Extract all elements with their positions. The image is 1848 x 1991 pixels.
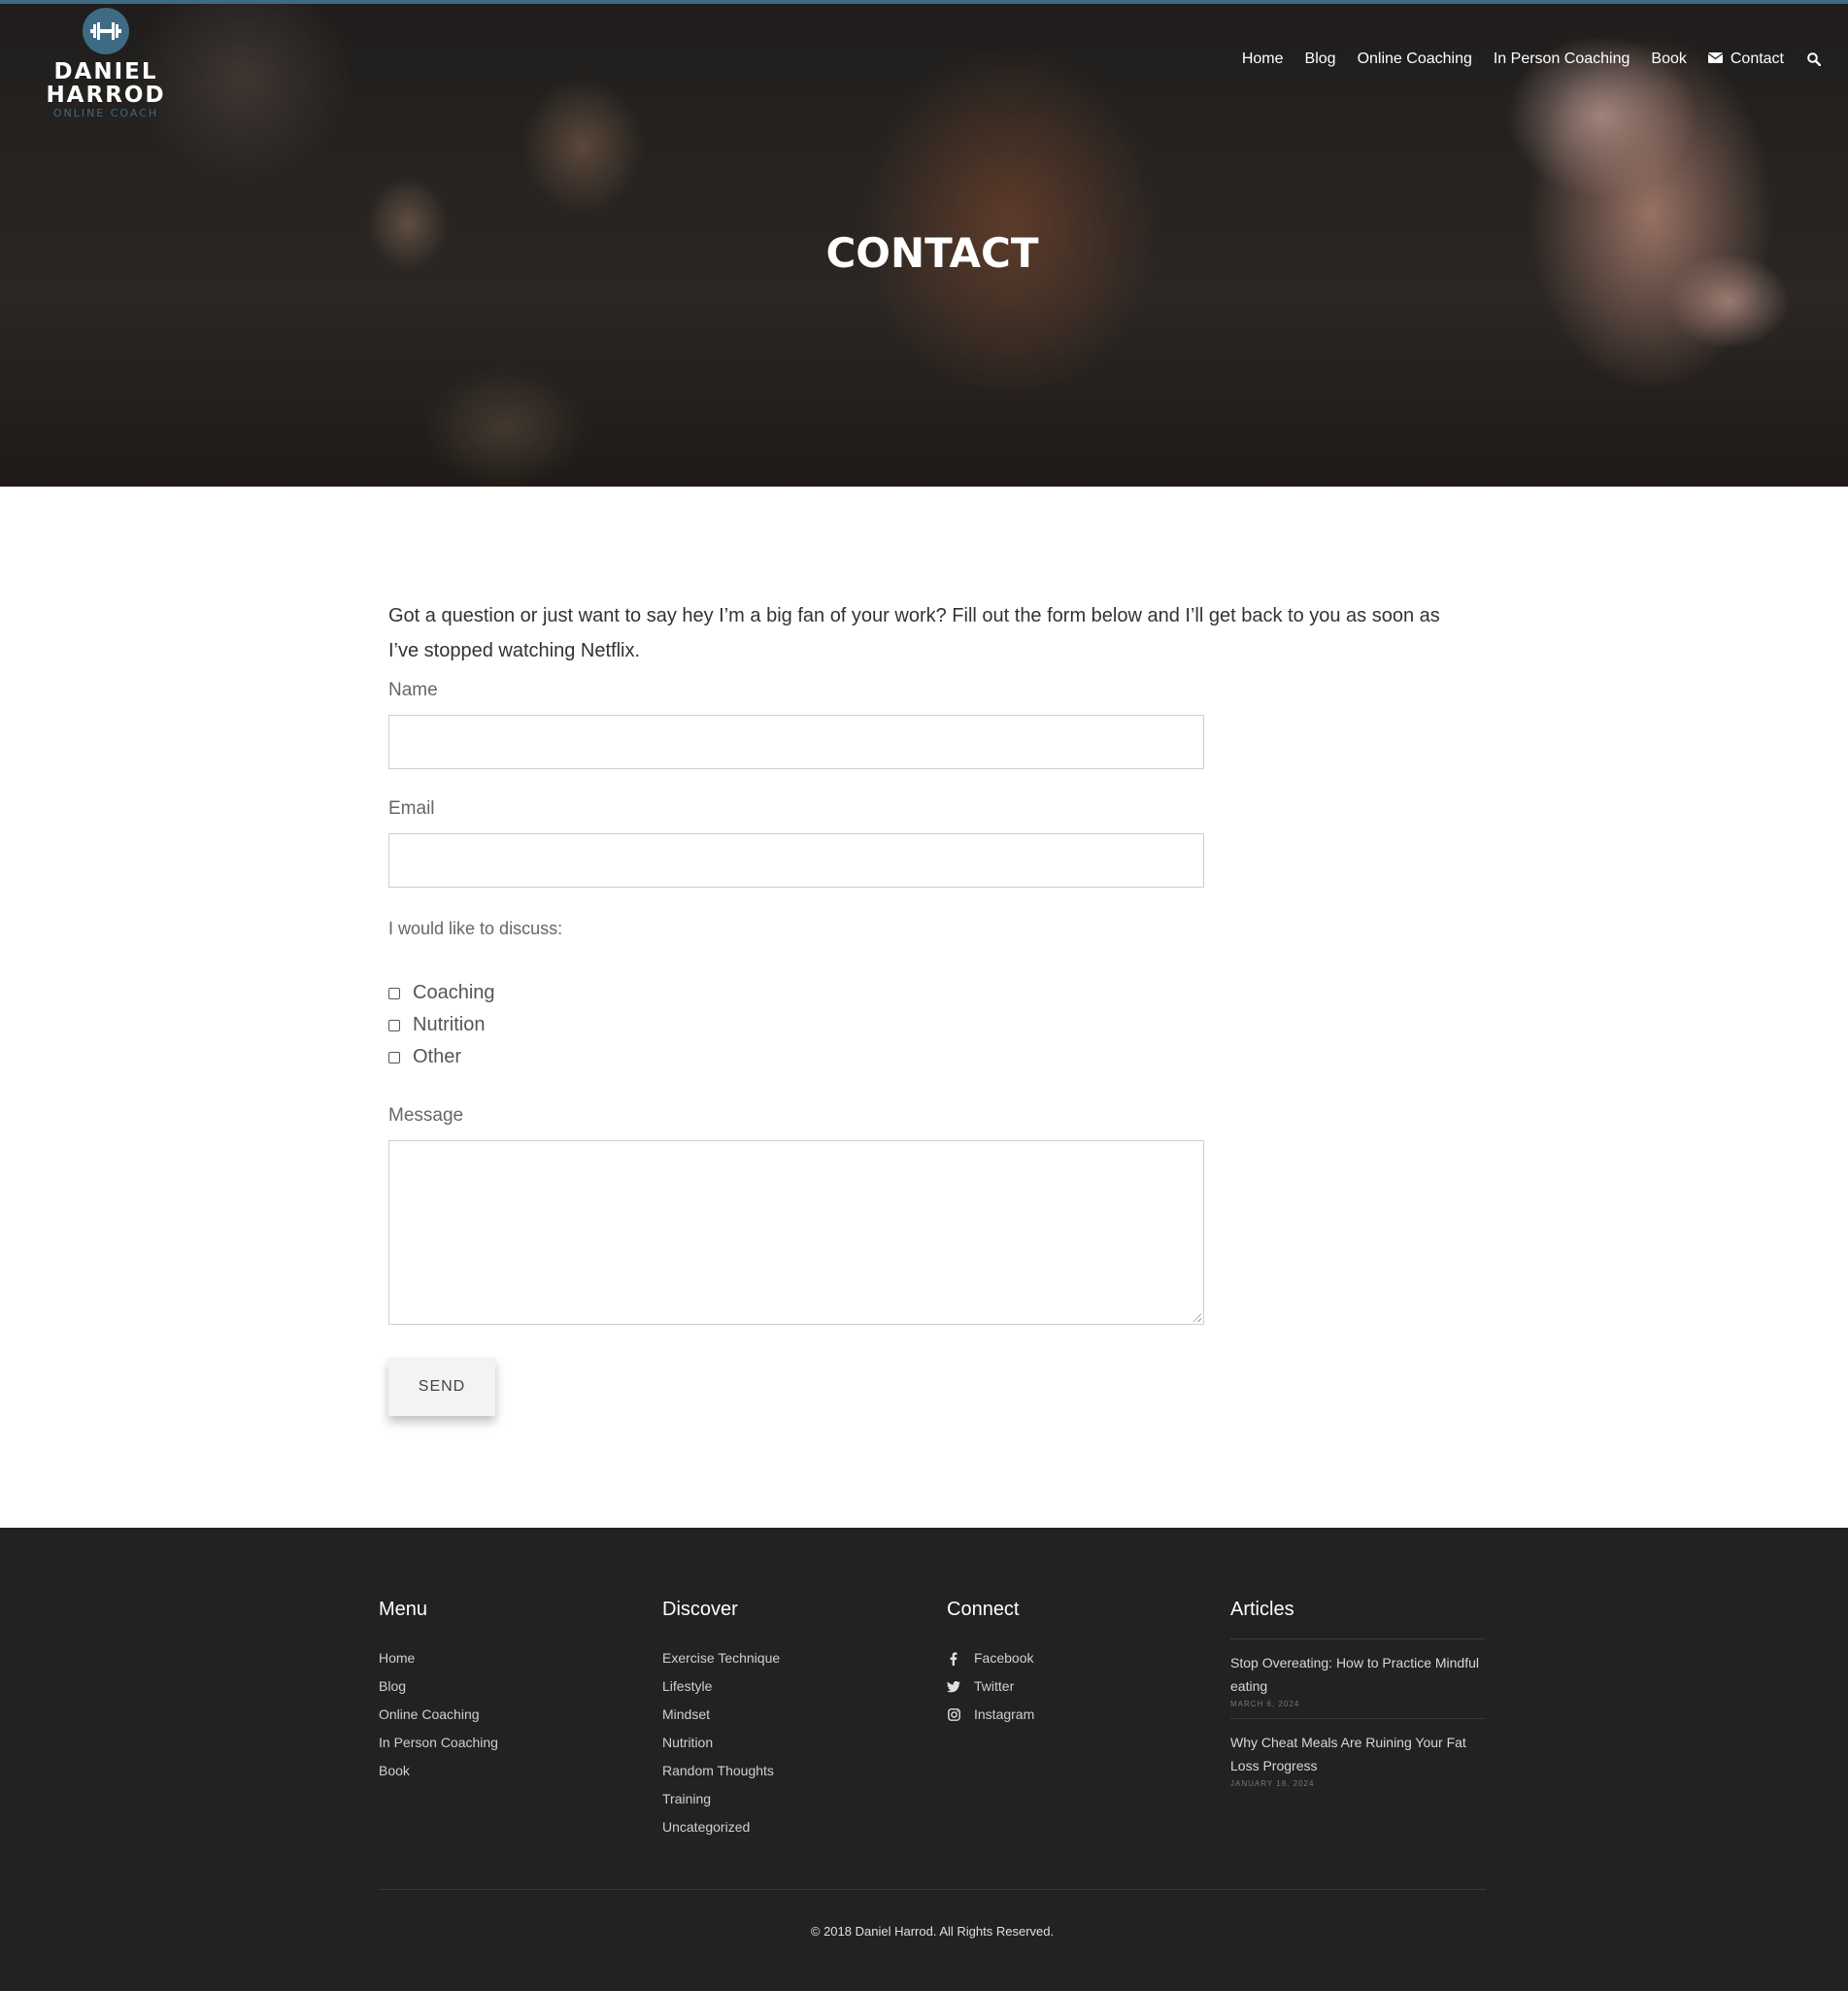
- footer-connect-heading: Connect: [947, 1599, 1020, 1620]
- topic-checkbox-group: Coaching Nutrition Other: [388, 977, 1457, 1073]
- main-nav: Home Blog Online Coaching In Person Coac…: [1221, 51, 1821, 68]
- footer-menu-heading: Menu: [379, 1599, 428, 1620]
- footer-menu-column: Menu Home Blog Online Coaching In Person…: [379, 1599, 498, 1785]
- article-title[interactable]: Stop Overeating: How to Practice Mindful…: [1230, 1651, 1485, 1698]
- footer-articles-column: Articles Stop Overeating: How to Practic…: [1230, 1599, 1485, 1798]
- social-label: Facebook: [974, 1650, 1034, 1666]
- footer-connect-column: Connect Facebook Twitter Instagram: [947, 1599, 1034, 1729]
- envelope-icon: [1707, 51, 1724, 68]
- social-link-facebook[interactable]: Facebook: [947, 1644, 1034, 1672]
- social-link-instagram[interactable]: Instagram: [947, 1701, 1034, 1729]
- twitter-icon: [947, 1680, 960, 1693]
- category-link[interactable]: Nutrition: [662, 1729, 780, 1757]
- facebook-icon: [947, 1651, 960, 1666]
- footer-link-blog[interactable]: Blog: [379, 1672, 498, 1701]
- message-label: Message: [388, 1105, 464, 1126]
- footer-link-online-coaching[interactable]: Online Coaching: [379, 1701, 498, 1729]
- checkbox-box[interactable]: [388, 1019, 400, 1031]
- footer-link-home[interactable]: Home: [379, 1644, 498, 1672]
- checkbox-coaching[interactable]: Coaching: [388, 977, 1457, 1009]
- search-icon[interactable]: [1807, 52, 1821, 66]
- category-link[interactable]: Lifestyle: [662, 1672, 780, 1701]
- social-label: Instagram: [974, 1706, 1035, 1722]
- checkbox-label: Other: [413, 1046, 462, 1067]
- page-title: CONTACT: [825, 229, 1039, 277]
- social-label: Twitter: [974, 1678, 1015, 1694]
- nav-book[interactable]: Book: [1651, 51, 1686, 68]
- article-item[interactable]: Why Cheat Meals Are Ruining Your Fat Los…: [1230, 1719, 1485, 1798]
- category-link[interactable]: Training: [662, 1785, 780, 1813]
- nav-in-person-coaching[interactable]: In Person Coaching: [1494, 51, 1630, 68]
- checkbox-nutrition[interactable]: Nutrition: [388, 1009, 1457, 1041]
- email-label: Email: [388, 798, 435, 819]
- article-date: JANUARY 18, 2024: [1230, 1779, 1315, 1788]
- category-link[interactable]: Mindset: [662, 1701, 780, 1729]
- checkbox-box[interactable]: [388, 987, 400, 999]
- send-button[interactable]: SEND: [388, 1358, 495, 1416]
- instagram-icon: [947, 1708, 960, 1721]
- site-footer: Menu Home Blog Online Coaching In Person…: [0, 1528, 1848, 1991]
- footer-divider: [379, 1889, 1486, 1890]
- logo-tagline: ONLINE COACH: [52, 107, 159, 119]
- footer-link-in-person-coaching[interactable]: In Person Coaching: [379, 1729, 498, 1757]
- footer-link-book[interactable]: Book: [379, 1757, 498, 1785]
- checkbox-label: Nutrition: [413, 1014, 486, 1035]
- discuss-label: I would like to discuss:: [388, 919, 563, 938]
- logo-text-line2: HARROD: [46, 83, 166, 108]
- footer-articles-heading: Articles: [1230, 1599, 1294, 1620]
- contact-form-section: Got a question or just want to say hey I…: [388, 598, 1457, 1416]
- email-field[interactable]: [388, 833, 1204, 888]
- name-field[interactable]: [388, 715, 1204, 769]
- hero-banner: DANIEL HARROD ONLINE COACH Home Blog Onl…: [0, 0, 1848, 487]
- category-link[interactable]: Random Thoughts: [662, 1757, 780, 1785]
- top-accent-bar: [0, 0, 1848, 4]
- dumbbell-icon: [83, 8, 129, 54]
- nav-contact[interactable]: Contact: [1707, 51, 1784, 68]
- article-title[interactable]: Why Cheat Meals Are Ruining Your Fat Los…: [1230, 1731, 1485, 1777]
- intro-text: Got a question or just want to say hey I…: [388, 605, 1440, 661]
- site-logo[interactable]: DANIEL HARROD ONLINE COACH: [43, 8, 169, 120]
- article-date: MARCH 6, 2024: [1230, 1700, 1300, 1708]
- category-link[interactable]: Exercise Technique: [662, 1644, 780, 1672]
- name-label: Name: [388, 680, 438, 700]
- social-link-twitter[interactable]: Twitter: [947, 1672, 1034, 1701]
- checkbox-box[interactable]: [388, 1051, 400, 1063]
- nav-contact-label: Contact: [1730, 51, 1784, 67]
- nav-blog[interactable]: Blog: [1305, 51, 1336, 68]
- footer-discover-heading: Discover: [662, 1599, 738, 1620]
- copyright-text: © 2018 Daniel Harrod. All Rights Reserve…: [810, 1924, 1055, 1939]
- checkbox-label: Coaching: [413, 982, 495, 1003]
- resize-handle[interactable]: [1192, 1312, 1201, 1322]
- article-item[interactable]: Stop Overeating: How to Practice Mindful…: [1230, 1639, 1485, 1718]
- nav-online-coaching[interactable]: Online Coaching: [1358, 51, 1472, 68]
- message-field[interactable]: [388, 1140, 1204, 1325]
- nav-home[interactable]: Home: [1242, 51, 1284, 68]
- category-link[interactable]: Uncategorized: [662, 1813, 780, 1841]
- checkbox-other[interactable]: Other: [388, 1041, 1457, 1073]
- footer-discover-column: Discover Exercise Technique Lifestyle Mi…: [662, 1599, 780, 1841]
- logo-text-line1: DANIEL: [53, 59, 158, 84]
